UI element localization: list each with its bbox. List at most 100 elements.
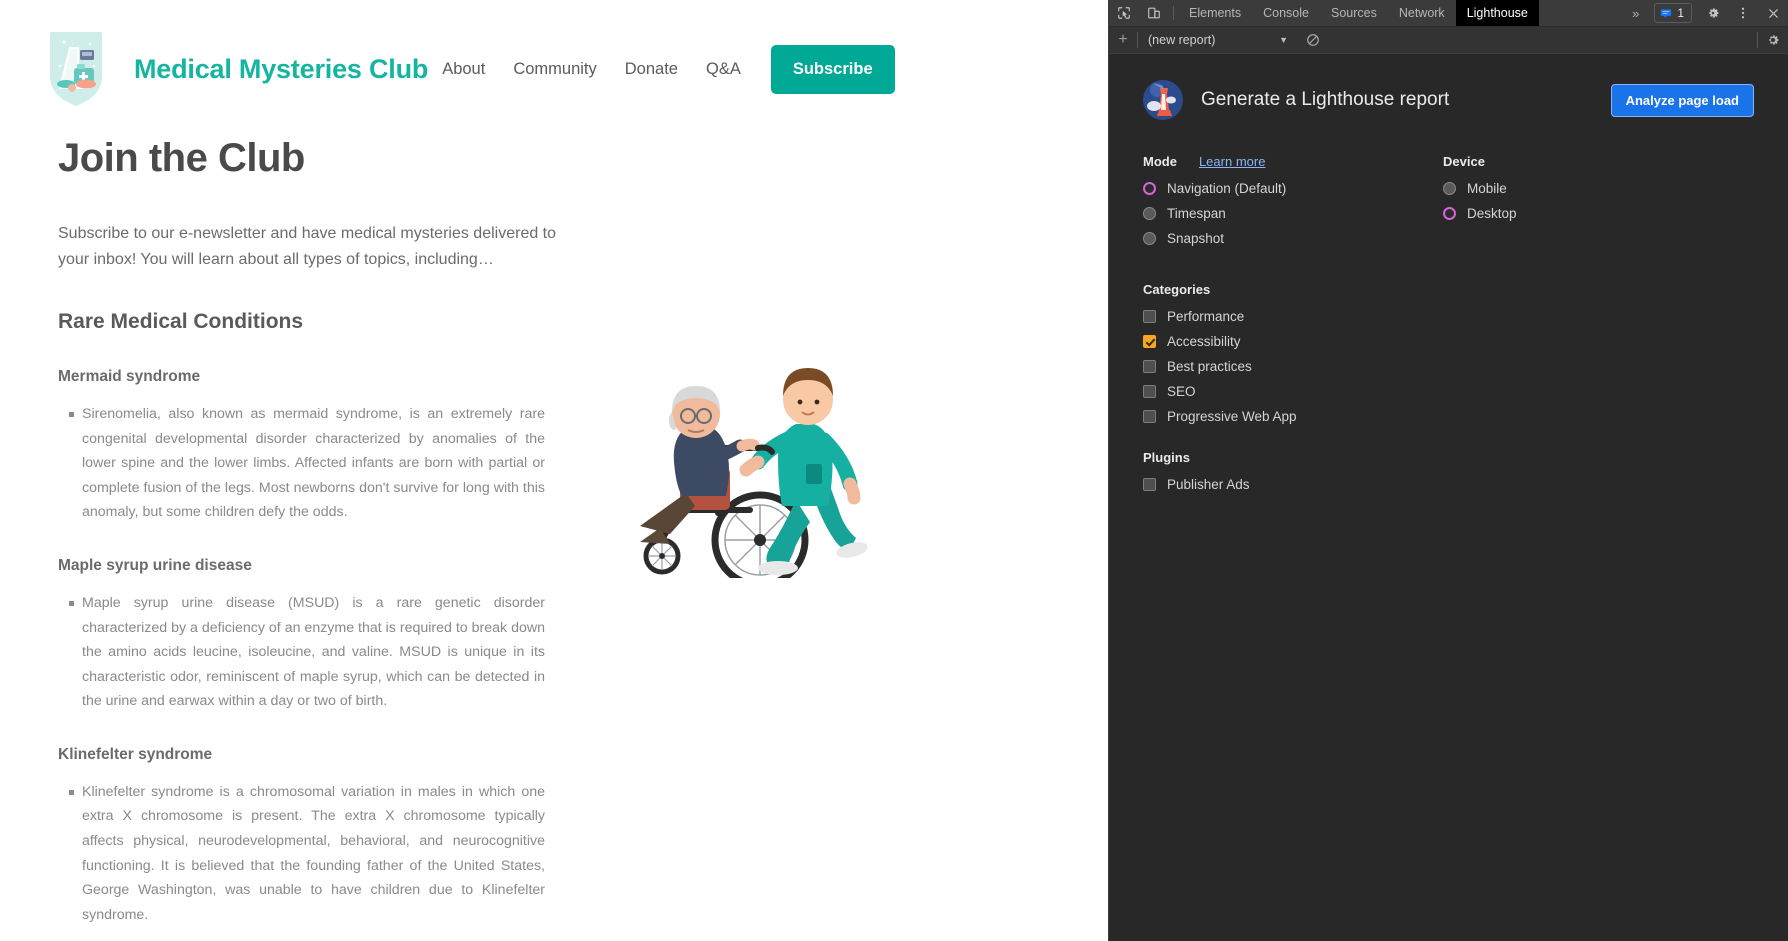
tab-lighthouse[interactable]: Lighthouse — [1455, 0, 1539, 26]
page-body: Join the Club Subscribe to our e-newslet… — [0, 118, 1108, 941]
section-title: Rare Medical Conditions — [58, 310, 304, 334]
condition-title-klinefelter: Klinefelter syndrome — [58, 745, 213, 763]
header-subscribe-button[interactable]: Subscribe — [770, 44, 895, 94]
plugins-section: Plugins Publisher Ads — [1143, 450, 1754, 492]
devtools-tabbar: Elements Console Sources Network Lightho… — [1109, 0, 1788, 27]
checkbox-icon — [1143, 360, 1156, 373]
close-icon[interactable] — [1758, 0, 1788, 26]
issues-count: 1 — [1677, 6, 1684, 20]
checkbox-seo[interactable]: SEO — [1143, 384, 1754, 399]
issues-counter[interactable]: 1 — [1654, 3, 1692, 23]
mode-group-title: Mode Learn more — [1143, 154, 1443, 169]
tab-sources[interactable]: Sources — [1320, 0, 1388, 26]
new-report-button[interactable]: + — [1109, 31, 1137, 49]
device-column: Device Mobile Desktop — [1443, 154, 1683, 256]
brand-title[interactable]: Medical Mysteries Club — [134, 54, 428, 85]
checkbox-label: Best practices — [1167, 359, 1252, 374]
tab-console[interactable]: Console — [1252, 0, 1320, 26]
condition-list-klinefelter: Klinefelter syndrome is a chromosomal va… — [58, 780, 588, 927]
list-item: Sirenomelia, also known as mermaid syndr… — [58, 402, 545, 525]
categories-section: Categories Performance Accessibility Bes… — [1143, 282, 1754, 424]
toolbar-divider — [1173, 6, 1174, 20]
more-tabs-icon[interactable]: » — [1623, 0, 1648, 26]
mode-column: Mode Learn more Navigation (Default) Tim… — [1143, 154, 1443, 256]
checkbox-pwa[interactable]: Progressive Web App — [1143, 409, 1754, 424]
device-label: Device — [1443, 154, 1485, 169]
content-column: Join the Club Subscribe to our e-newslet… — [58, 118, 588, 941]
mode-label: Mode — [1143, 154, 1177, 169]
lighthouse-title: Generate a Lighthouse report — [1201, 89, 1450, 110]
checkbox-icon — [1143, 478, 1156, 491]
radio-icon — [1143, 207, 1156, 220]
devtools-panel: Elements Console Sources Network Lightho… — [1108, 0, 1788, 941]
radio-icon — [1443, 207, 1456, 220]
inspect-icon[interactable] — [1109, 0, 1139, 26]
checkbox-accessibility[interactable]: Accessibility — [1143, 334, 1754, 349]
checkbox-label: Accessibility — [1167, 334, 1241, 349]
checkbox-label: Publisher Ads — [1167, 477, 1250, 492]
radio-mode-timespan[interactable]: Timespan — [1143, 206, 1443, 221]
radio-label: Timespan — [1167, 206, 1226, 221]
radio-label: Mobile — [1467, 181, 1507, 196]
checkbox-publisher-ads[interactable]: Publisher Ads — [1143, 477, 1754, 492]
checkbox-icon — [1143, 335, 1156, 348]
radio-icon — [1143, 182, 1156, 195]
checkbox-label: SEO — [1167, 384, 1196, 399]
list-item: Klinefelter syndrome is a chromosomal va… — [58, 780, 545, 927]
checkbox-icon — [1143, 310, 1156, 323]
radio-mode-navigation[interactable]: Navigation (Default) — [1143, 181, 1443, 196]
report-select[interactable]: (new report) ▼ — [1148, 33, 1298, 47]
radio-label: Navigation (Default) — [1167, 181, 1287, 196]
radio-device-mobile[interactable]: Mobile — [1443, 181, 1683, 196]
lighthouse-logo-icon — [1143, 80, 1183, 120]
intro-paragraph: Subscribe to our e-newsletter and have m… — [58, 225, 557, 268]
issues-icon — [1661, 9, 1672, 18]
radio-label: Snapshot — [1167, 231, 1225, 246]
checkbox-performance[interactable]: Performance — [1143, 309, 1754, 324]
checkbox-icon — [1143, 385, 1156, 398]
checkbox-best-practices[interactable]: Best practices — [1143, 359, 1754, 374]
page-title: Join the Club — [58, 136, 305, 180]
site-header: Medical Mysteries Club About Community D… — [0, 0, 1108, 118]
tab-network[interactable]: Network — [1388, 0, 1456, 26]
analyze-page-load-button[interactable]: Analyze page load — [1610, 83, 1754, 117]
clear-report-icon[interactable] — [1306, 33, 1320, 47]
condition-title-mermaid: Mermaid syndrome — [58, 368, 201, 386]
condition-list-mermaid: Sirenomelia, also known as mermaid syndr… — [58, 402, 588, 525]
checkbox-label: Performance — [1167, 309, 1245, 324]
radio-mode-snapshot[interactable]: Snapshot — [1143, 231, 1443, 246]
plugins-title: Plugins — [1143, 450, 1190, 465]
screen: Medical Mysteries Club About Community D… — [0, 0, 1788, 941]
learn-more-link[interactable]: Learn more — [1199, 154, 1265, 169]
nav-item-donate[interactable]: Donate — [611, 52, 692, 87]
lighthouse-start-view: Generate a Lighthouse report Analyze pag… — [1109, 54, 1788, 941]
lighthouse-header: Generate a Lighthouse report Analyze pag… — [1143, 80, 1754, 120]
nurse-pushing-wheelchair-illustration — [600, 328, 900, 589]
report-select-value: (new report) — [1148, 33, 1216, 47]
device-toolbar-icon[interactable] — [1139, 0, 1169, 26]
checkbox-icon — [1143, 410, 1156, 423]
checkbox-label: Progressive Web App — [1167, 409, 1297, 424]
nav-item-qa[interactable]: Q&A — [692, 52, 755, 87]
chevron-down-icon: ▼ — [1279, 35, 1288, 45]
radio-device-desktop[interactable]: Desktop — [1443, 206, 1683, 221]
radio-label: Desktop — [1467, 206, 1517, 221]
nav-item-community[interactable]: Community — [499, 52, 610, 87]
tabbar-spacer — [1539, 0, 1623, 26]
more-options-icon[interactable] — [1728, 0, 1758, 26]
condition-title-msud: Maple syrup urine disease — [58, 557, 252, 574]
list-item: Maple syrup urine disease (MSUD) is a ra… — [58, 591, 545, 714]
main-nav: About Community Donate Q&A Subscribe — [428, 44, 1108, 94]
radio-icon — [1143, 232, 1156, 245]
shield-lab-logo-icon[interactable] — [42, 26, 110, 112]
mode-device-columns: Mode Learn more Navigation (Default) Tim… — [1143, 154, 1754, 256]
panel-settings-gear-icon[interactable] — [1758, 33, 1788, 47]
nav-item-about[interactable]: About — [428, 52, 499, 87]
tab-elements[interactable]: Elements — [1178, 0, 1252, 26]
lighthouse-toolbar: + (new report) ▼ — [1109, 27, 1788, 54]
device-group-title: Device — [1443, 154, 1683, 169]
settings-gear-icon[interactable] — [1698, 0, 1728, 26]
toolbar-divider — [1137, 32, 1138, 48]
web-page: Medical Mysteries Club About Community D… — [0, 0, 1108, 941]
condition-list-msud: Maple syrup urine disease (MSUD) is a ra… — [58, 591, 588, 714]
